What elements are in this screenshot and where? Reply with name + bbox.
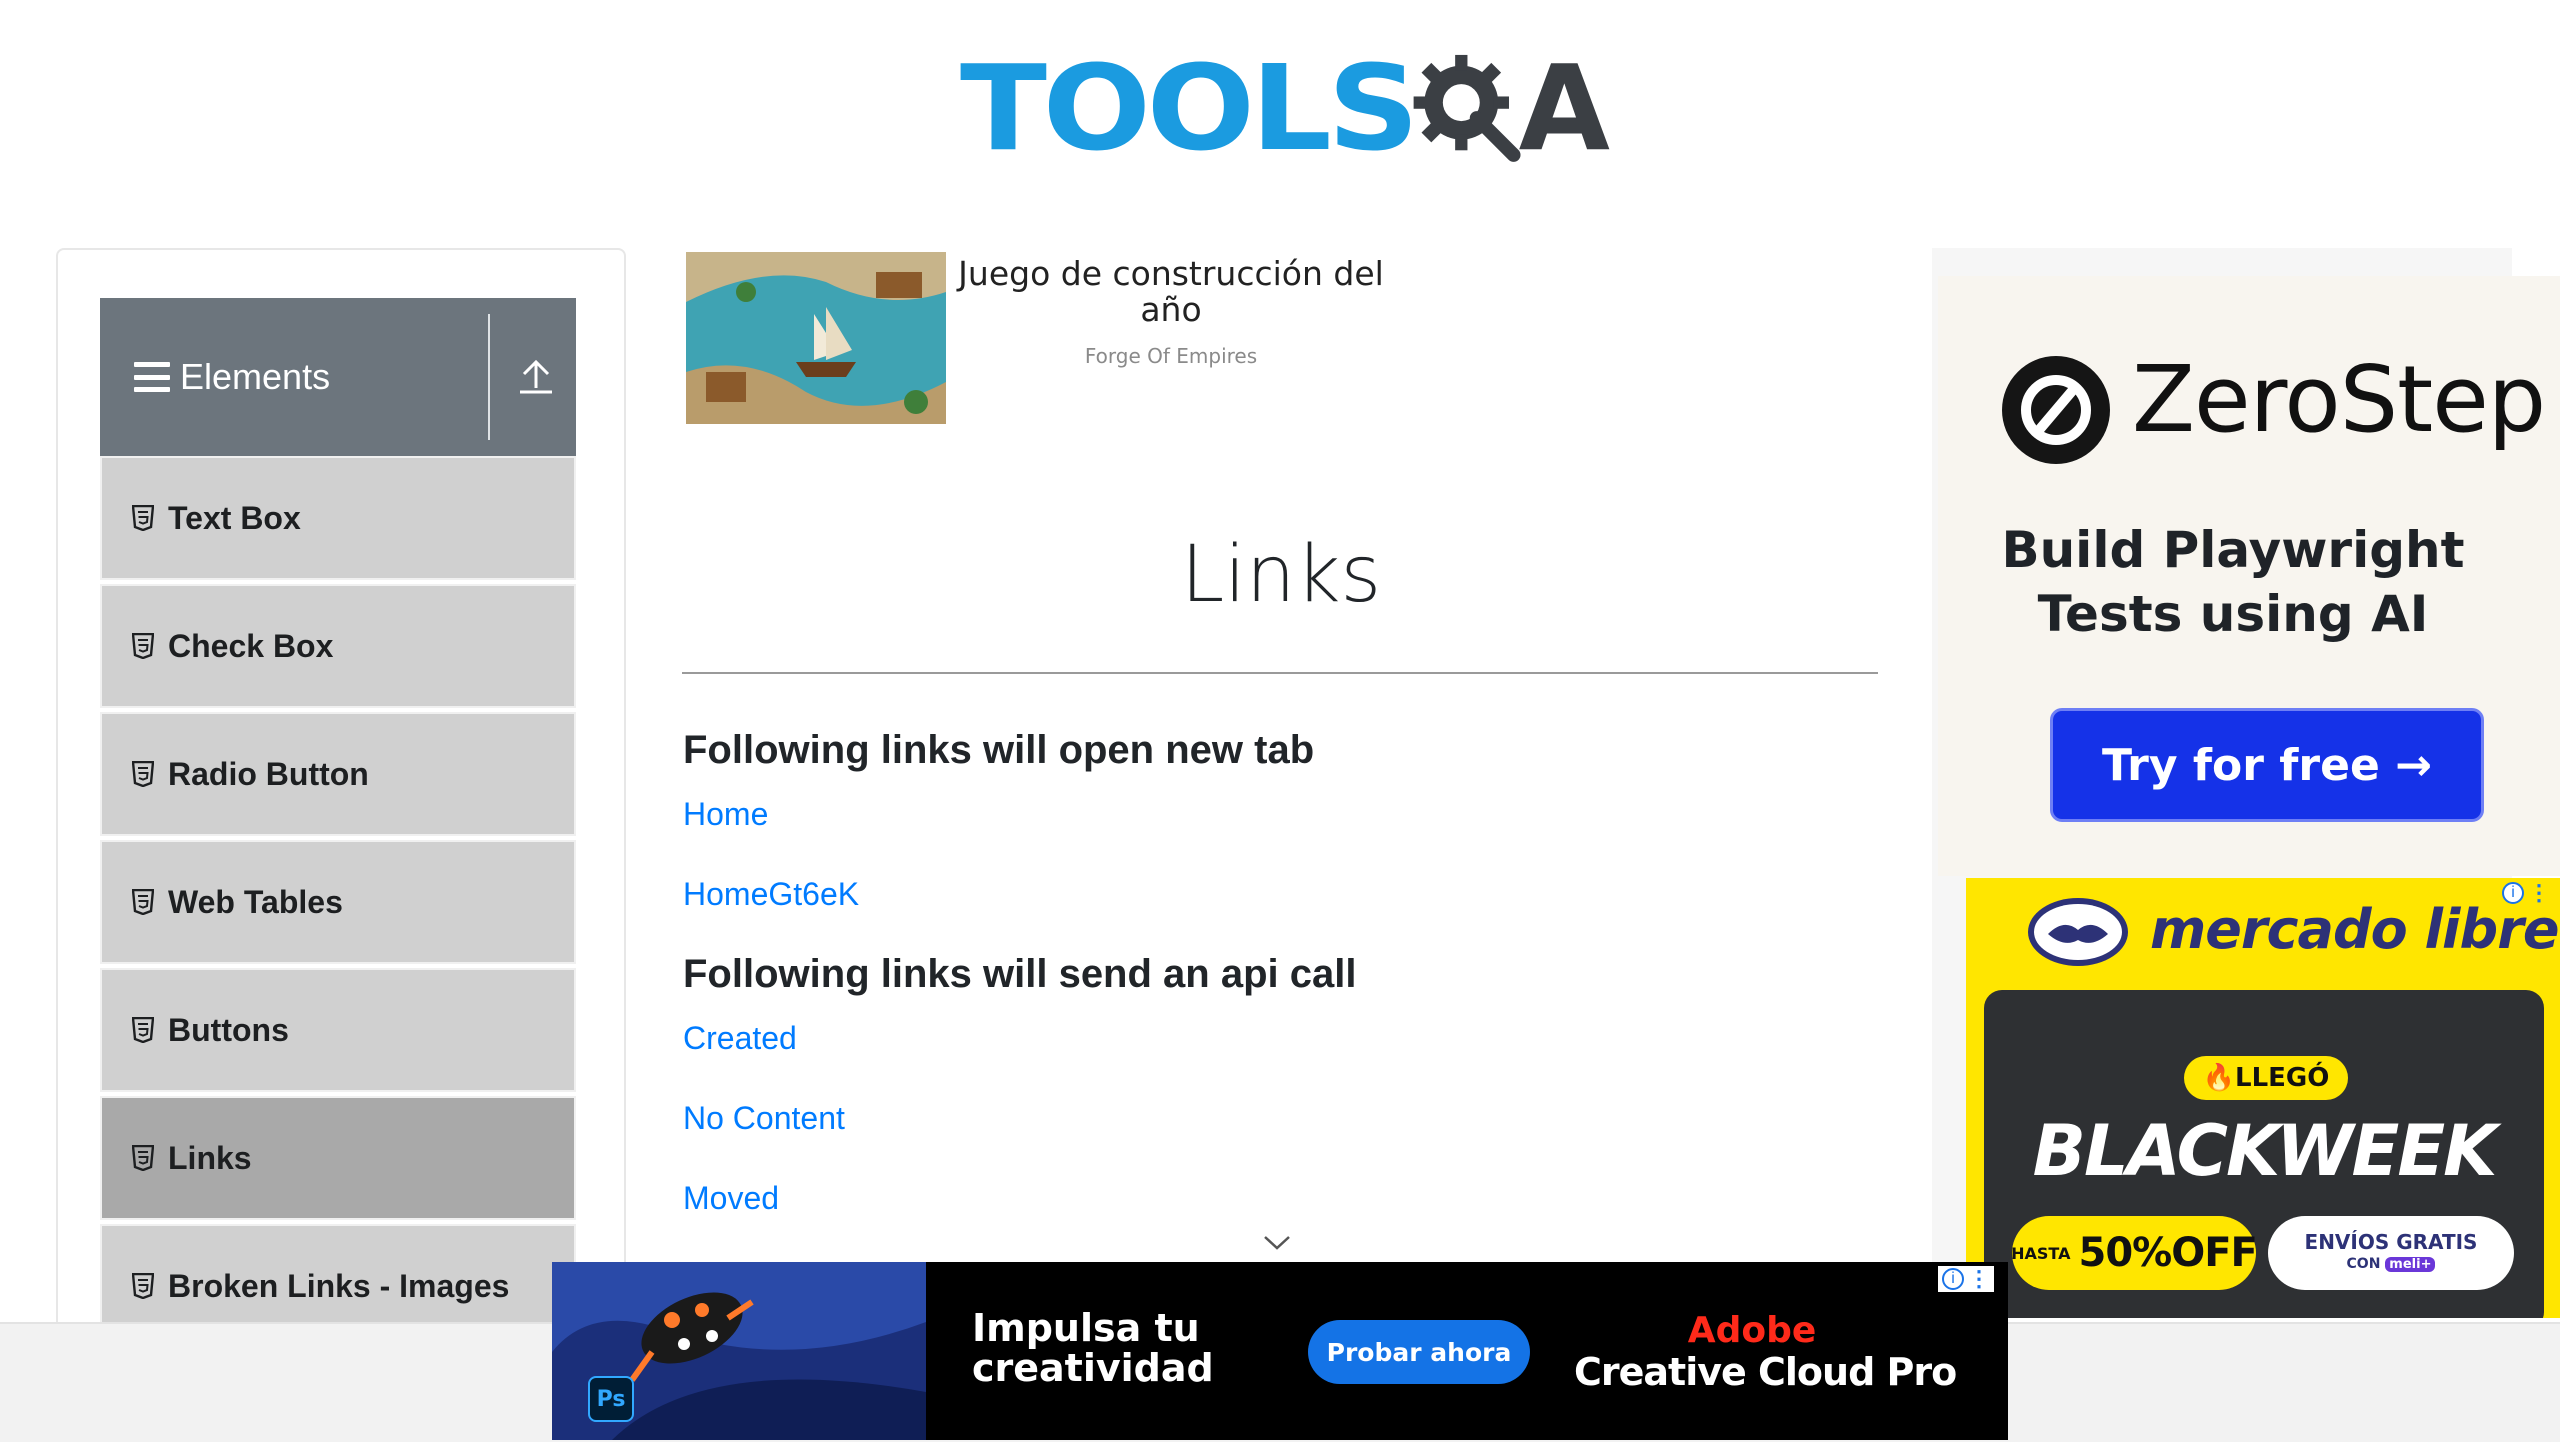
ad-headline-line2: creatividad	[972, 1346, 1214, 1390]
ad-choices[interactable]: i ⋮	[1938, 1266, 1994, 1292]
header-divider	[488, 314, 490, 440]
sidebar-item-links[interactable]: Links	[100, 1096, 576, 1220]
more-options-icon[interactable]: ⋮	[1968, 1268, 1990, 1290]
shipping-con-line: CON meli+	[2347, 1253, 2436, 1276]
logo-text-a: A	[1518, 39, 1610, 177]
top-ad-forge-of-empires[interactable]: Juego de construcción del año Forge Of E…	[686, 252, 1406, 426]
link-created[interactable]: Created	[683, 1020, 797, 1057]
link-home-dynamic[interactable]: HomeGt6eK	[683, 876, 859, 913]
sidebar-item-check-box[interactable]: Check Box	[100, 584, 576, 708]
ad-headline: Impulsa tu creatividad	[972, 1308, 1214, 1388]
discount-prefix: HASTA	[2011, 1243, 2071, 1263]
sidebar-item-web-tables[interactable]: Web Tables	[100, 840, 576, 964]
menu-list: Text Box Check Box Radio Button Web Tables B…	[100, 456, 576, 1350]
link-no-content[interactable]: No Content	[683, 1100, 845, 1137]
ad-image-harbor[interactable]	[686, 252, 946, 424]
photoshop-icon: Ps	[588, 1376, 634, 1422]
html5-icon	[132, 1145, 154, 1171]
shipping-text: ENVÍOS GRATIS	[2304, 1229, 2478, 1254]
group-header-elements[interactable]: Elements	[100, 298, 576, 456]
ad-adobe-creative-cloud[interactable]: Ps Impulsa tu creatividad Probar ahora A…	[552, 1262, 2008, 1440]
ad-zerostep[interactable]: ZeroStep Build Playwright Tests using AI…	[1938, 276, 2560, 876]
toolsqa-logo[interactable]: TOOLS A	[960, 28, 1610, 188]
shipping-con: CON	[2346, 1255, 2381, 1272]
sidebar-item-label: Links	[168, 1139, 252, 1176]
discount-value: 50%OFF	[2078, 1230, 2257, 1276]
ad-mercado-libre[interactable]: i ⋮ mercado libre 🔥LLEGÓ BLACKWEEK HASTA…	[1966, 878, 2560, 1318]
handshake-logo-icon	[2028, 898, 2128, 966]
html5-icon	[132, 761, 154, 787]
logo-text-tools: TOOLS	[960, 39, 1419, 177]
sidebar-item-text-box[interactable]: Text Box	[100, 456, 576, 580]
html5-icon	[132, 889, 154, 915]
llego-badge: 🔥LLEGÓ	[2184, 1056, 2348, 1100]
html5-icon	[132, 633, 154, 659]
hamburger-icon	[134, 362, 170, 392]
sidebar-item-label: Buttons	[168, 1011, 289, 1048]
html5-icon	[132, 1273, 154, 1299]
ad-title[interactable]: Juego de construcción del año	[946, 256, 1396, 328]
zerostep-tagline-line1: Build Playwright	[2001, 521, 2465, 579]
sidebar-item-label: Radio Button	[168, 755, 369, 792]
sidebar-item-label: Check Box	[168, 627, 334, 664]
meli-plus-badge: meli+	[2385, 1256, 2436, 1272]
page-title: Links	[1180, 530, 1382, 620]
adobe-brand: Adobe	[1687, 1310, 1817, 1351]
link-moved[interactable]: Moved	[683, 1180, 779, 1217]
html5-icon	[132, 1017, 154, 1043]
probar-ahora-button[interactable]: Probar ahora	[1308, 1320, 1530, 1384]
chevron-down-icon[interactable]	[1262, 1234, 1292, 1252]
sidebar-item-radio-button[interactable]: Radio Button	[100, 712, 576, 836]
gear-magnifier-icon	[1413, 54, 1521, 162]
section-heading-new-tab: Following links will open new tab	[683, 728, 1315, 772]
try-for-free-button[interactable]: Try for free →	[2050, 708, 2484, 822]
blackweek-headline: BLACKWEEK	[2032, 1110, 2498, 1192]
arrow-up-icon[interactable]	[514, 354, 558, 398]
ad-source: Forge Of Empires	[1084, 344, 1258, 368]
sidebar-item-buttons[interactable]: Buttons	[100, 968, 576, 1092]
sidebar-item-label: Web Tables	[168, 883, 343, 920]
sidebar-item-label: Broken Links - Images	[168, 1267, 510, 1304]
zerostep-tagline: Build Playwright Tests using AI	[1938, 518, 2528, 646]
html5-icon	[132, 505, 154, 531]
info-icon[interactable]: i	[1942, 1268, 1964, 1290]
zerostep-brand: ZeroStep	[2132, 346, 2546, 453]
group-title: Elements	[180, 356, 331, 397]
ad-headline-line1: Impulsa tu	[972, 1306, 1200, 1350]
title-divider	[682, 672, 1878, 674]
mercado-libre-brand: mercado libre	[2150, 898, 2559, 961]
adobe-product-name: Creative Cloud Pro	[1574, 1350, 1957, 1394]
sidebar-item-label: Text Box	[168, 499, 301, 536]
zerostep-tagline-line2: Tests using AI	[2037, 585, 2429, 643]
shipping-pill: ENVÍOS GRATIS CON meli+	[2268, 1216, 2514, 1290]
link-home[interactable]: Home	[683, 796, 768, 833]
blackweek-panel: 🔥LLEGÓ BLACKWEEK HASTA 50%OFF ENVÍOS GRA…	[1984, 990, 2544, 1318]
section-heading-api-call: Following links will send an api call	[683, 952, 1357, 996]
discount-pill: HASTA 50%OFF	[2011, 1216, 2258, 1290]
left-sidebar: Elements Text Box Check Box Radio Button We…	[56, 248, 626, 1352]
zerostep-logo-icon	[2002, 356, 2110, 464]
